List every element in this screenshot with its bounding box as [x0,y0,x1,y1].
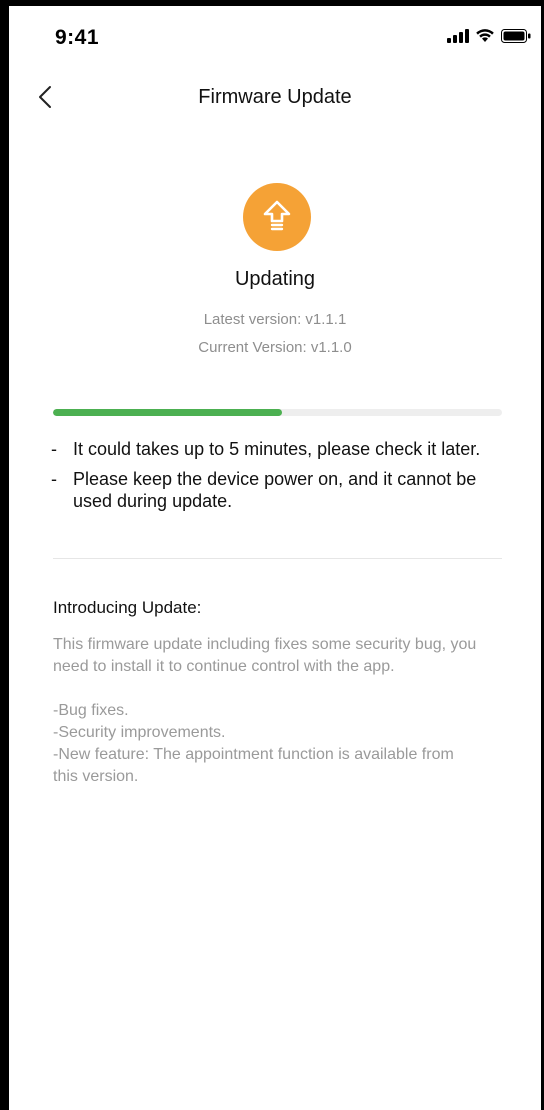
update-status-badge [243,183,311,251]
current-version: Current Version: v1.1.0 [198,339,352,356]
status-bar: 9:41 [9,6,541,64]
update-notes: - It could takes up to 5 minutes, please… [51,438,511,520]
intro-paragraph: This firmware update including fixes som… [53,636,477,675]
divider [53,558,502,559]
note-dash: - [51,469,57,489]
navigation-bar: Firmware Update [9,76,541,122]
page-title: Firmware Update [198,86,352,108]
note-dash: - [51,439,57,459]
intro-list-item: -Bug fixes. [53,702,129,719]
phone-screen: 9:41 Firmware Update Updating Latest ver… [0,0,544,1110]
intro-list-item: -Security improvements. [53,724,226,741]
note-text: It could takes up to 5 minutes, please c… [73,439,481,459]
note-item: - It could takes up to 5 minutes, please… [51,438,511,460]
status-time: 9:41 [55,26,100,49]
battery-icon [501,28,531,48]
latest-version: Latest version: v1.1.1 [203,311,347,328]
intro-list-item: -New feature: The appointment function i… [53,746,454,785]
intro-heading: Introducing Update: [53,598,202,617]
update-status-text: Updating [234,268,316,290]
wifi-icon [475,28,495,48]
intro-body: This firmware update including fixes som… [53,634,483,788]
note-item: - Please keep the device power on, and i… [51,468,511,512]
note-text: Please keep the device power on, and it … [73,469,477,511]
status-icons [447,28,531,48]
progress-fill [53,409,282,416]
signal-icon [447,28,469,48]
progress-bar [53,409,502,416]
upload-arrow-icon [262,199,292,236]
